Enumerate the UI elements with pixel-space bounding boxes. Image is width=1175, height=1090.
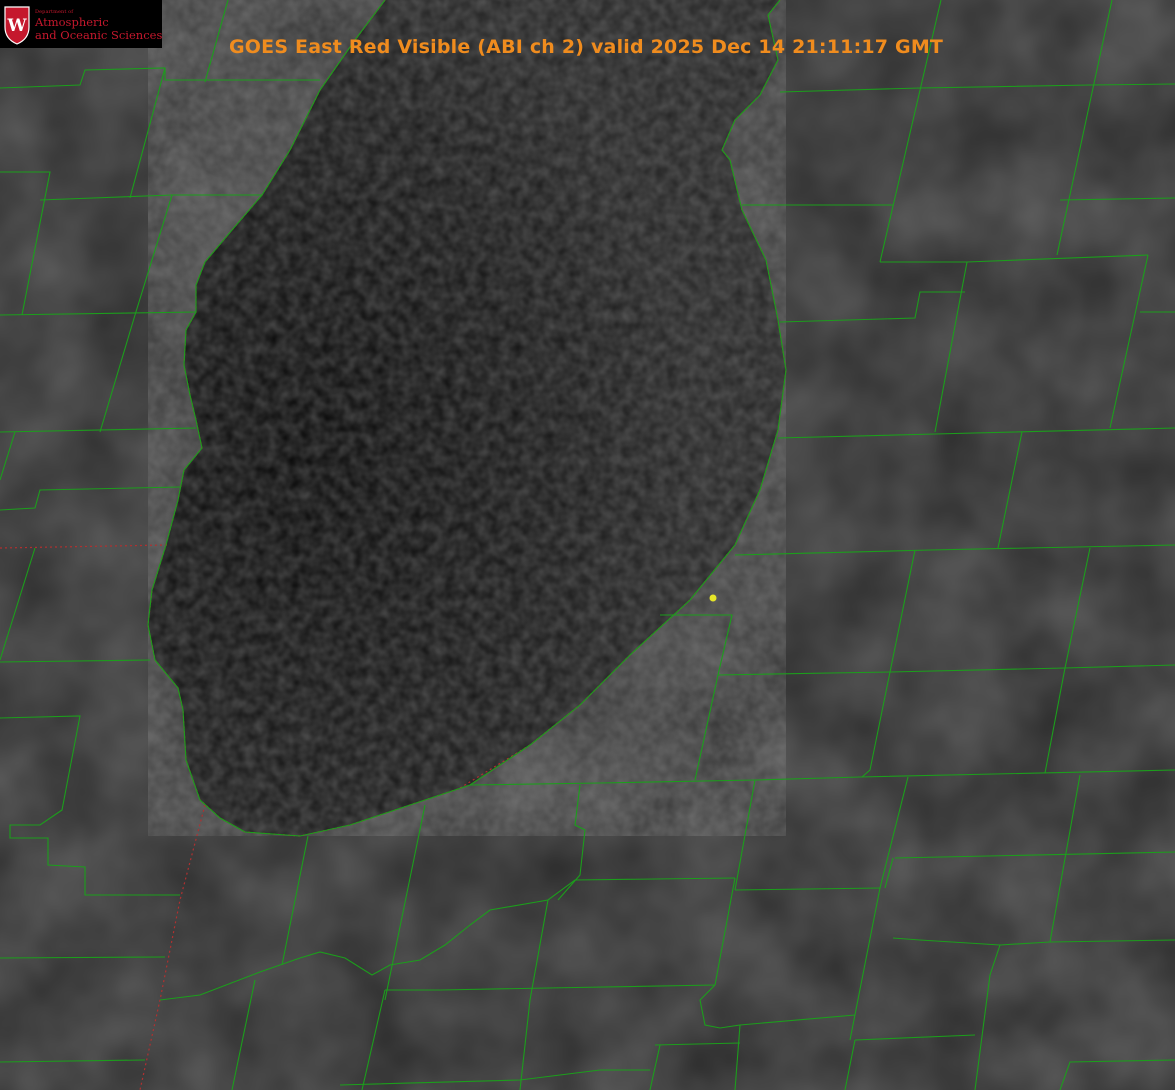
- satellite-map: W Department of Atmospheric and Oceanic …: [0, 0, 1175, 1090]
- logo-line-1: Atmospheric: [35, 15, 109, 29]
- location-marker: [709, 594, 717, 602]
- uw-crest-icon: W: [4, 6, 30, 45]
- svg-text:W: W: [6, 16, 27, 36]
- image-title: GOES East Red Visible (ABI ch 2) valid 2…: [229, 36, 944, 58]
- map-canvas: [0, 0, 1175, 1090]
- logo-line-2: and Oceanic Sciences: [35, 28, 163, 42]
- uw-aos-logo: W Department of Atmospheric and Oceanic …: [0, 0, 162, 48]
